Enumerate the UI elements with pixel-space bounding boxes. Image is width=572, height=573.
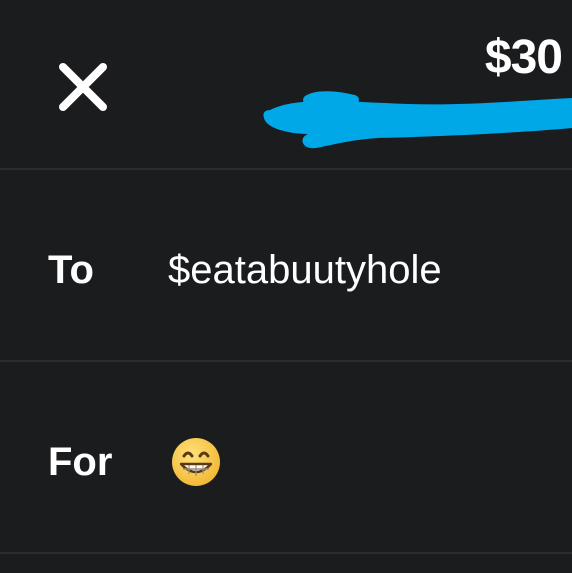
redaction-scribble	[263, 91, 572, 149]
to-label: To	[48, 248, 94, 292]
for-divider	[0, 552, 572, 554]
for-row[interactable]: For	[0, 362, 572, 552]
payment-screen: $30 To $eatabuutyhole For	[0, 0, 572, 573]
to-row[interactable]: To $eatabuutyhole	[0, 170, 572, 360]
payment-header: $30	[0, 0, 572, 168]
close-icon	[59, 63, 107, 111]
grinning-face-with-smiling-eyes-icon[interactable]	[170, 436, 222, 488]
for-label: For	[48, 440, 113, 484]
recipient-cashtag[interactable]: $eatabuutyhole	[168, 250, 442, 290]
payment-amount: $30	[484, 31, 563, 84]
close-button[interactable]	[56, 60, 110, 114]
